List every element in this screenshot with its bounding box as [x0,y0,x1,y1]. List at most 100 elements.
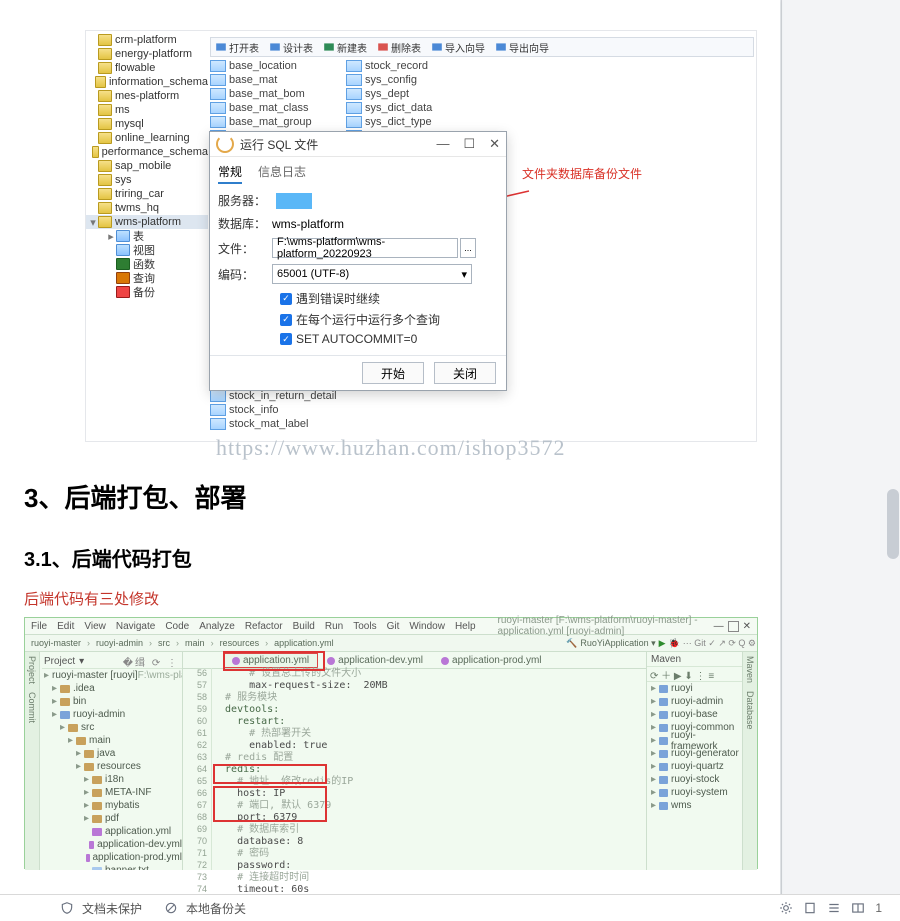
minimize-icon[interactable]: — [436,136,449,152]
close-icon[interactable]: ✕ [743,621,751,632]
crumb-ruoyi-admin[interactable]: ruoyi-admin [96,638,143,648]
menu-file[interactable]: File [31,621,47,632]
run-config[interactable]: RuoYiApplication ▾ [580,638,655,649]
menu-build[interactable]: Build [293,621,315,632]
status-backup[interactable]: 本地备份关 [186,900,246,917]
table-base_mat[interactable]: base_mat [210,73,330,87]
db-item-mes-platform[interactable]: mes-platform [86,89,208,103]
project-node[interactable]: ▸mybatis [42,799,182,812]
maven-node-ruoyi-framework[interactable]: ▸ruoyi-framework [647,734,742,747]
maximize-icon[interactable]: ☐ [463,136,475,152]
table-stock_mat_label[interactable]: stock_mat_label [210,417,410,431]
browse-button[interactable]: ... [460,238,476,258]
scrollbar-track[interactable] [886,0,900,921]
crumb-application.yml[interactable]: application.yml [274,638,334,648]
close-button[interactable]: 关闭 [434,362,496,384]
project-node[interactable]: ▸bin [42,695,182,708]
menu-analyze[interactable]: Analyze [199,621,235,632]
project-node[interactable]: ▸META-INF [42,786,182,799]
tab-log[interactable]: 信息日志 [258,163,306,184]
db-item-sap_mobile[interactable]: sap_mobile [86,159,208,173]
project-tree-header[interactable]: Project▾ �缉 ⟳ ⋮ [42,654,182,669]
debug-icon[interactable]: 🐞 [669,638,680,649]
project-node[interactable]: ▸src [42,721,182,734]
tool-tab-maven[interactable]: Maven [745,652,755,687]
menu-code[interactable]: Code [165,621,189,632]
editor-tab-application-prod.yml[interactable]: application-prod.yml [432,653,551,668]
db-item-information_schema[interactable]: information_schema [86,75,208,89]
project-node[interactable]: ▸ruoyi-admin [42,708,182,721]
maximize-icon[interactable] [728,621,739,632]
dialog-titlebar[interactable]: 运行 SQL 文件 — ☐ ✕ [210,132,506,157]
maven-node-ruoyi-system[interactable]: ▸ruoyi-system [647,786,742,799]
close-icon[interactable]: ✕ [489,136,500,152]
table-base_mat_group[interactable]: base_mat_group [210,115,330,129]
minimize-icon[interactable]: — [714,621,724,632]
table-base_mat_bom[interactable]: base_mat_bom [210,87,330,101]
project-node[interactable]: application.yml [42,825,182,838]
project-tree-body[interactable]: ▸ruoyi-master [ruoyi] F:\wms-platform\ru… [42,669,182,870]
table-stock_in_return_detail[interactable]: stock_in_return_detail [210,389,410,403]
toolbar-新建表[interactable]: 新建表 [319,39,371,56]
status-protect[interactable]: 文档未保护 [82,900,142,917]
db-sub-表[interactable]: ▸表 [104,229,208,243]
table-stock_record[interactable]: stock_record [346,59,466,73]
project-node[interactable]: application-dev.yml [42,838,182,851]
menu-git[interactable]: Git [387,621,400,632]
db-item-flowable[interactable]: flowable [86,61,208,75]
tab-general[interactable]: 常规 [218,163,242,184]
menu-window[interactable]: Window [409,621,445,632]
check-continue-on-error[interactable]: ✓遇到错误时继续 [280,290,498,307]
db-item-twms_hq[interactable]: twms_hq [86,201,208,215]
db-item-performance_schema[interactable]: performance_schema [86,145,208,159]
project-node[interactable]: ▸java [42,747,182,760]
menu-tools[interactable]: Tools [353,621,376,632]
table-base_mat_class[interactable]: base_mat_class [210,101,330,115]
db-item-sys[interactable]: sys [86,173,208,187]
project-node[interactable]: ▸resources [42,760,182,773]
toolbar-导入向导[interactable]: 导入向导 [427,39,489,56]
maven-node-ruoyi-base[interactable]: ▸ruoyi-base [647,708,742,721]
tool-tab-database[interactable]: Database [745,687,755,734]
scrollbar-thumb[interactable] [887,489,899,559]
menu-run[interactable]: Run [325,621,343,632]
maven-node-ruoyi[interactable]: ▸ruoyi [647,682,742,695]
crumb-ruoyi-master[interactable]: ruoyi-master [31,638,81,648]
maven-toolbar[interactable]: ⟳ ＋ ▶ ⬇ ⋮ ≡ [647,667,742,682]
maven-node-wms[interactable]: ▸wms [647,799,742,812]
table-sys_dict_type[interactable]: sys_dict_type [346,115,466,129]
db-item-energy-platform[interactable]: energy-platform [86,47,208,61]
project-node[interactable]: ▸pdf [42,812,182,825]
menu-help[interactable]: Help [455,621,476,632]
db-item-triring_car[interactable]: triring_car [86,187,208,201]
menu-view[interactable]: View [84,621,106,632]
maven-node-ruoyi-quartz[interactable]: ▸ruoyi-quartz [647,760,742,773]
build-icon[interactable]: 🔨 [566,638,577,649]
db-item-online_learning[interactable]: online_learning [86,131,208,145]
table-sys_dict_data[interactable]: sys_dict_data [346,101,466,115]
project-node[interactable]: ▸i18n [42,773,182,786]
toolbar-设计表[interactable]: 设计表 [265,39,317,56]
page-width-icon[interactable] [803,901,817,915]
start-button[interactable]: 开始 [362,362,424,384]
check-multi-query[interactable]: ✓在每个运行中运行多个查询 [280,311,498,328]
sun-icon[interactable] [779,901,793,915]
file-input[interactable]: F:\wms-platform\wms-platform_20220923 [272,238,458,258]
table-sys_config[interactable]: sys_config [346,73,466,87]
project-header-actions[interactable]: �缉 ⟳ ⋮ [123,654,182,669]
maven-tree[interactable]: ▸ruoyi▸ruoyi-admin▸ruoyi-base▸ruoyi-comm… [647,682,742,812]
menu-refactor[interactable]: Refactor [245,621,283,632]
db-sub-视图[interactable]: 视图 [104,243,208,257]
db-sub-备份[interactable]: 备份 [104,285,208,299]
tool-tab-commit[interactable]: Commit [27,688,37,727]
tool-tab-project[interactable]: Project [27,652,37,688]
project-node[interactable]: ▸main [42,734,182,747]
crumb-main[interactable]: main [185,638,205,648]
menu-edit[interactable]: Edit [57,621,74,632]
encoding-select[interactable]: 65001 (UTF-8) ▾ [272,264,472,284]
toolbar-打开表[interactable]: 打开表 [211,39,263,56]
maven-node-ruoyi-stock[interactable]: ▸ruoyi-stock [647,773,742,786]
project-node[interactable]: banner.txt [42,864,182,870]
project-node[interactable]: ▸.idea [42,682,182,695]
db-item-ms[interactable]: ms [86,103,208,117]
